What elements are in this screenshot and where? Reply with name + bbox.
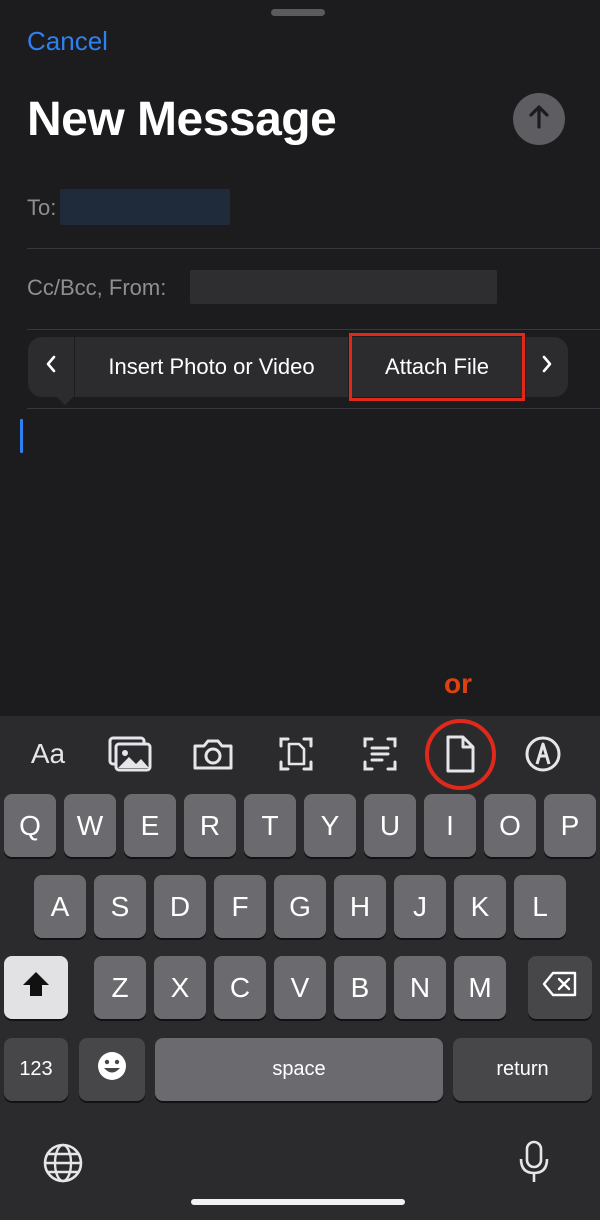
compose-sheet: Cancel New Message To: Cc/Bcc, From: Ins…: [0, 0, 600, 716]
camera-icon[interactable]: [183, 732, 243, 776]
to-recipient-redacted[interactable]: [60, 189, 230, 225]
annotation-or-label: or: [444, 668, 472, 699]
key-k[interactable]: K: [454, 875, 506, 938]
home-indicator[interactable]: [191, 1199, 405, 1205]
chevron-left-icon: [44, 354, 58, 380]
key-r[interactable]: R: [184, 794, 236, 857]
sheet-grabber[interactable]: [271, 9, 325, 16]
key-p[interactable]: P: [544, 794, 596, 857]
callout-previous-button[interactable]: [28, 337, 74, 397]
key-g[interactable]: G: [274, 875, 326, 938]
arrow-up-icon: [525, 103, 553, 136]
scan-document-icon[interactable]: [266, 732, 326, 776]
key-a[interactable]: A: [34, 875, 86, 938]
format-text-button[interactable]: Aa: [18, 732, 78, 776]
key-s[interactable]: S: [94, 875, 146, 938]
key-t[interactable]: T: [244, 794, 296, 857]
shift-key[interactable]: [4, 956, 68, 1019]
key-l[interactable]: L: [514, 875, 566, 938]
document-icon-highlight: [425, 719, 496, 790]
keyboard: Aa Q W E R T Y U I O P A S D F G H J K L…: [0, 716, 600, 1220]
callout-next-button[interactable]: [526, 337, 568, 397]
return-key[interactable]: return: [453, 1038, 592, 1101]
key-n[interactable]: N: [394, 956, 446, 1019]
key-m[interactable]: M: [454, 956, 506, 1019]
from-address-redacted[interactable]: [190, 270, 497, 304]
key-w[interactable]: W: [64, 794, 116, 857]
cc-bcc-from-label: Cc/Bcc, From:: [27, 275, 167, 300]
delete-key[interactable]: [528, 956, 592, 1019]
emoji-icon: [96, 1050, 128, 1089]
send-button[interactable]: [513, 93, 565, 145]
divider: [27, 329, 600, 330]
message-body[interactable]: [0, 410, 600, 710]
key-x[interactable]: X: [154, 956, 206, 1019]
space-key[interactable]: space: [155, 1038, 443, 1101]
key-u[interactable]: U: [364, 794, 416, 857]
key-o[interactable]: O: [484, 794, 536, 857]
key-d[interactable]: D: [154, 875, 206, 938]
key-e[interactable]: E: [124, 794, 176, 857]
callout-tail: [56, 396, 74, 405]
delete-backward-icon: [542, 971, 578, 1004]
microphone-icon[interactable]: [512, 1136, 556, 1188]
shift-icon: [21, 970, 51, 1005]
scan-text-icon[interactable]: [350, 732, 410, 776]
divider: [27, 408, 600, 409]
key-y[interactable]: Y: [304, 794, 356, 857]
page-title: New Message: [27, 93, 337, 146]
key-f[interactable]: F: [214, 875, 266, 938]
insert-photo-button[interactable]: Insert Photo or Video: [75, 337, 348, 397]
key-q[interactable]: Q: [4, 794, 56, 857]
key-j[interactable]: J: [394, 875, 446, 938]
cancel-button[interactable]: Cancel: [27, 26, 108, 57]
key-z[interactable]: Z: [94, 956, 146, 1019]
chevron-right-icon: [540, 354, 554, 380]
key-h[interactable]: H: [334, 875, 386, 938]
key-i[interactable]: I: [424, 794, 476, 857]
key-c[interactable]: C: [214, 956, 266, 1019]
to-label: To:: [27, 195, 57, 220]
markup-icon[interactable]: [513, 732, 573, 776]
key-v[interactable]: V: [274, 956, 326, 1019]
photo-library-icon[interactable]: [100, 732, 160, 776]
key-b[interactable]: B: [334, 956, 386, 1019]
numbers-key[interactable]: 123: [4, 1038, 68, 1101]
divider: [27, 248, 600, 249]
attach-file-highlight: [349, 333, 525, 401]
emoji-key[interactable]: [79, 1038, 145, 1101]
globe-icon[interactable]: [40, 1140, 86, 1186]
